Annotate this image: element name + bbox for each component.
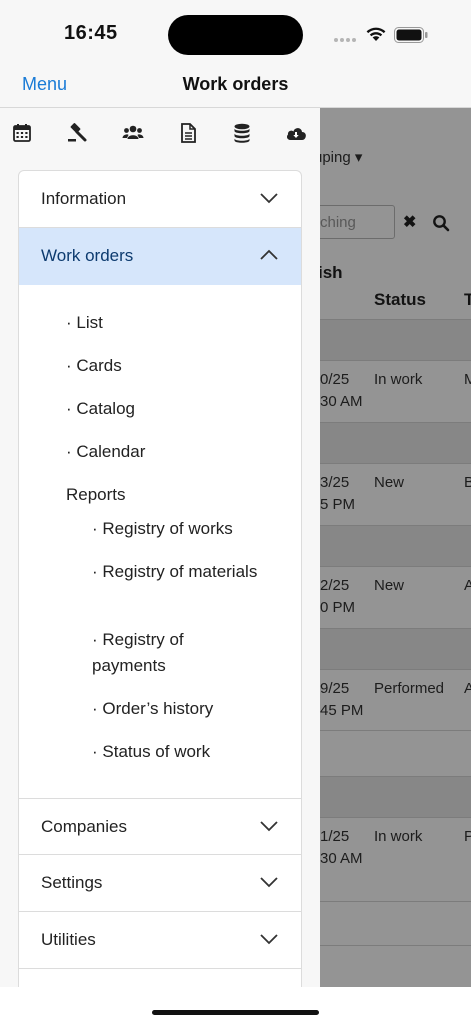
chevron-down-icon	[260, 934, 278, 945]
accordion-label: Information	[41, 189, 127, 208]
menu-item-calendar[interactable]: · Calendar	[66, 439, 145, 465]
menu-item-registry-of-materials[interactable]: · Registry of materials	[92, 559, 262, 585]
accordion-label: Work orders	[41, 246, 134, 265]
users-icon[interactable]	[122, 122, 144, 144]
wifi-icon	[366, 27, 386, 41]
home-area	[0, 987, 471, 1024]
menu-item-status-of-work[interactable]: · Status of work	[92, 739, 262, 765]
reports-heading: Reports	[66, 485, 126, 504]
menu-toolbar	[0, 108, 320, 158]
home-indicator[interactable]	[152, 1010, 319, 1015]
accordion-settings[interactable]: Settings	[19, 855, 301, 912]
menu-panel: Information Work orders · List · Cards ·…	[18, 170, 302, 987]
accordion-work-orders[interactable]: Work orders	[19, 228, 301, 285]
status-time: 16:45	[64, 22, 118, 44]
battery-icon	[394, 27, 428, 43]
document-icon[interactable]	[177, 122, 199, 144]
dynamic-island	[168, 15, 303, 55]
calendar-icon[interactable]	[11, 122, 33, 144]
menu-button[interactable]: Menu	[22, 74, 67, 95]
menu-item-cards[interactable]: · Cards	[66, 353, 122, 379]
navigation-bar: Work orders Menu	[0, 62, 471, 108]
database-icon[interactable]	[231, 122, 253, 144]
chevron-down-icon	[260, 877, 278, 888]
status-bar: 16:45	[0, 0, 471, 62]
accordion-information[interactable]: Information	[19, 171, 301, 228]
chevron-down-icon	[260, 193, 278, 204]
gavel-icon[interactable]	[66, 122, 88, 144]
side-menu: Information Work orders · List · Cards ·…	[0, 108, 320, 987]
accordion-utilities[interactable]: Utilities	[19, 912, 301, 969]
accordion-label: Settings	[41, 873, 103, 892]
accordion-companies[interactable]: Companies	[19, 798, 301, 855]
cloud-download-icon[interactable]	[285, 122, 307, 144]
accordion-label: Utilities	[41, 930, 96, 949]
chevron-down-icon	[260, 821, 278, 832]
menu-item-orders-history[interactable]: · Order’s history	[92, 696, 262, 722]
menu-item-list[interactable]: · List	[66, 310, 103, 336]
chevron-up-icon	[260, 249, 278, 260]
page-title: Work orders	[182, 74, 289, 94]
overlay-dim[interactable]	[320, 108, 471, 987]
menu-item-registry-of-works[interactable]: · Registry of works	[92, 516, 262, 542]
cellular-signal-icon	[334, 38, 358, 42]
menu-item-catalog[interactable]: · Catalog	[66, 396, 135, 422]
menu-item-registry-of-payments[interactable]: · Registry of payments	[92, 627, 262, 678]
accordion-label: Companies	[41, 817, 127, 836]
